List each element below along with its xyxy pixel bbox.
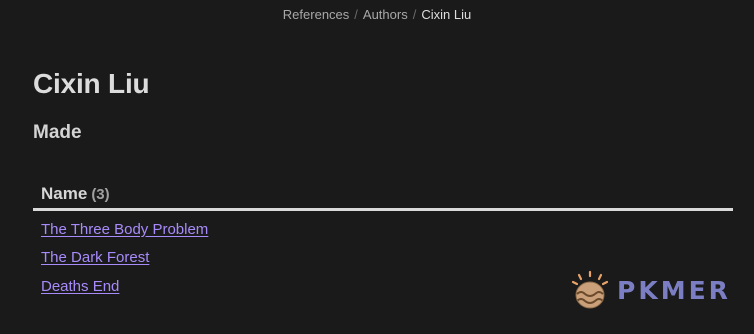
column-header-name[interactable]: Name	[41, 184, 87, 204]
breadcrumb-current: Cixin Liu	[421, 7, 472, 22]
breadcrumb-references[interactable]: References	[283, 7, 349, 22]
page-title: Cixin Liu	[33, 68, 150, 99]
table-row: The Three Body Problem	[41, 215, 733, 244]
table-row: The Dark Forest	[41, 244, 733, 273]
breadcrumb-separator: /	[354, 7, 358, 22]
book-link[interactable]: Deaths End	[41, 278, 119, 295]
breadcrumb-separator: /	[412, 7, 417, 22]
pkmer-watermark: PKMER	[569, 270, 731, 310]
book-link[interactable]: The Dark Forest	[41, 249, 149, 266]
brand-text: PKMER	[617, 275, 731, 305]
breadcrumb-authors[interactable]: Authors	[363, 7, 408, 22]
result-count: (3)	[91, 185, 110, 203]
section-heading: Made	[33, 122, 82, 143]
table-header: Name (3)	[33, 180, 733, 211]
egg-logo-icon	[569, 270, 613, 310]
breadcrumb: References / Authors / Cixin Liu	[0, 6, 754, 24]
book-link[interactable]: The Three Body Problem	[41, 221, 208, 238]
